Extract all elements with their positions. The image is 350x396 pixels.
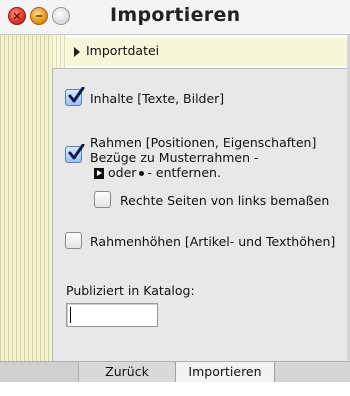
frame-heights-checkbox[interactable] (65, 232, 82, 249)
catalog-label: Publiziert in Katalog: (66, 283, 195, 298)
frames-checkbox[interactable] (65, 144, 85, 163)
import-file-row[interactable]: Importdatei (66, 38, 350, 66)
import-button[interactable]: Importieren (176, 362, 275, 382)
window-bottom-margin (0, 382, 350, 396)
right-pages-label[interactable]: Rechte Seiten von links bemaßen (120, 193, 329, 208)
checkmark-icon (68, 144, 85, 160)
frames-label-line2[interactable]: Bezüge zu Musterrahmen - (90, 150, 259, 165)
catalog-input[interactable] (66, 303, 158, 327)
text-caret (70, 307, 71, 323)
frame-heights-label[interactable]: Rahmenhöhen [Artikel- und Texthöhen] (90, 234, 335, 249)
bottom-bar: Zurück Importieren (0, 361, 350, 382)
bullet-icon (139, 171, 145, 176)
bottom-bar-right (275, 362, 350, 382)
minimize-icon[interactable] (30, 7, 48, 25)
frames-label-line3[interactable]: oder - entfernen. (94, 165, 221, 180)
frames-label-line1[interactable]: Rahmen [Positionen, Eigenschaften] (90, 135, 316, 150)
close-icon[interactable] (8, 7, 26, 25)
left-stripe (0, 35, 52, 361)
checkmark-icon (68, 87, 85, 103)
contents-label[interactable]: Inhalte [Texte, Bilder] (90, 91, 224, 106)
window-title: Importieren (110, 4, 241, 26)
right-pages-checkbox[interactable] (94, 191, 111, 208)
title-bar: Importieren (0, 0, 350, 35)
back-button[interactable]: Zurück (79, 362, 176, 382)
contents-checkbox[interactable] (65, 87, 85, 106)
zoom-icon[interactable] (52, 7, 70, 25)
bottom-bar-left (0, 362, 79, 382)
frames-label-or: oder (108, 165, 137, 180)
import-window: Importieren Importdatei Inhalte [Texte, … (0, 0, 350, 396)
frames-label-remove: - entfernen. (147, 165, 221, 180)
disclosure-triangle-icon[interactable] (74, 47, 80, 57)
arrow-box-icon (94, 168, 104, 179)
import-file-label: Importdatei (86, 43, 160, 58)
